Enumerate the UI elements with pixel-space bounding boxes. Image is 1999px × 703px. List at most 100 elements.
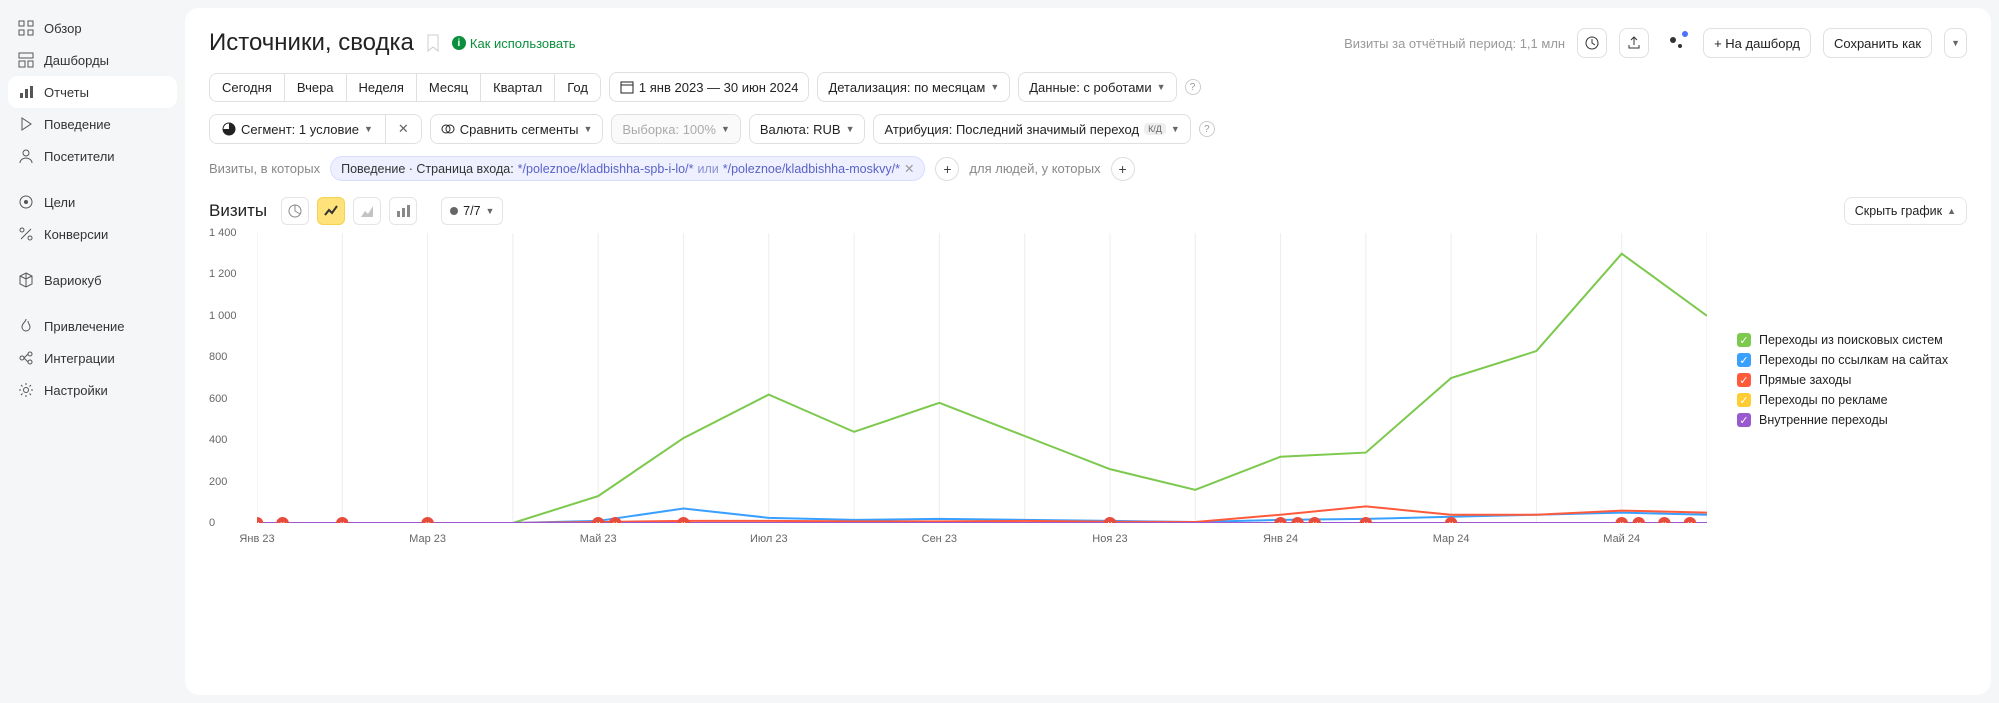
visits-in-label: Визиты, в которых (209, 161, 320, 176)
play-icon (18, 116, 34, 132)
xtick: Май 23 (580, 533, 617, 545)
nav-visitors[interactable]: Посетители (8, 140, 177, 172)
chart-title: Визиты (209, 201, 267, 221)
nav-reports[interactable]: Отчеты (8, 76, 177, 108)
ytick: 800 (209, 351, 227, 363)
detail-button[interactable]: Детализация: по месяцам▼ (817, 72, 1010, 102)
area-view-button[interactable] (353, 197, 381, 225)
legend-item[interactable]: ✓ Переходы по ссылкам на сайтах (1737, 353, 1967, 367)
ytick: 600 (209, 393, 227, 405)
dash-icon (18, 52, 34, 68)
time-year[interactable]: Год (555, 74, 600, 101)
bar-view-button[interactable] (389, 197, 417, 225)
legend-swatch: ✓ (1737, 353, 1751, 367)
ai-button[interactable] (1661, 28, 1691, 58)
legend-label: Прямые заходы (1759, 373, 1851, 387)
nav-label: Поведение (44, 117, 111, 132)
nav-variocube[interactable]: Вариокуб (8, 264, 177, 296)
legend-item[interactable]: ✓Прямые заходы (1737, 373, 1967, 387)
sampling-button[interactable]: Выборка: 100%▼ (611, 114, 741, 144)
chevron-down-icon: ▼ (1951, 38, 1960, 48)
nav-goals[interactable]: Цели (8, 186, 177, 218)
xtick: Мар 24 (1433, 533, 1470, 545)
save-as-dropdown[interactable]: ▼ (1944, 28, 1967, 58)
svg-text:н: н (681, 520, 686, 523)
compare-segments-button[interactable]: Сравнить сегменты▼ (430, 114, 604, 144)
time-quarter[interactable]: Квартал (481, 74, 555, 101)
filter-chip[interactable]: Поведение · Страница входа: */poleznoe/k… (330, 156, 925, 181)
bar-icon (18, 84, 34, 100)
nav-label: Обзор (44, 21, 82, 36)
svg-text:н: н (1364, 520, 1369, 523)
history-button[interactable] (1577, 28, 1607, 58)
ytick: 0 (209, 517, 215, 529)
pie-view-button[interactable] (281, 197, 309, 225)
nav-settings[interactable]: Настройки (8, 374, 177, 406)
clock-icon (1584, 35, 1600, 51)
legend-count-button[interactable]: 7/7▼ (441, 197, 503, 225)
sparkle-icon (1667, 34, 1685, 52)
nav-acquisition[interactable]: Привлечение (8, 310, 177, 342)
info-icon[interactable]: ? (1185, 79, 1201, 95)
flame-icon (18, 318, 34, 334)
currency-button[interactable]: Валюта: RUB▼ (749, 114, 866, 144)
chevron-down-icon: ▼ (721, 124, 730, 134)
percent-icon (18, 226, 34, 242)
target-icon (18, 194, 34, 210)
legend-item[interactable]: ✓ Переходы по рекламе (1737, 393, 1967, 407)
person-icon (18, 148, 34, 164)
nav-label: Цели (44, 195, 75, 210)
time-today[interactable]: Сегодня (210, 74, 285, 101)
chevron-down-icon: ▼ (364, 124, 373, 134)
svg-text:н: н (1662, 520, 1667, 523)
line-view-button[interactable] (317, 197, 345, 225)
legend-label: Переходы по ссылкам на сайтах (1759, 353, 1948, 367)
area-icon (360, 204, 374, 218)
nav-dashboards[interactable]: Дашборды (8, 44, 177, 76)
share-button[interactable] (1619, 28, 1649, 58)
attribution-button[interactable]: Атрибуция: Последний значимый переходК/Д… (873, 114, 1190, 144)
time-month[interactable]: Месяц (417, 74, 481, 101)
chip-remove[interactable]: ✕ (904, 161, 914, 176)
people-in-label: для людей, у которых (969, 161, 1100, 176)
nav-label: Дашборды (44, 53, 109, 68)
date-range-button[interactable]: 1 янв 2023 — 30 июн 2024 (609, 72, 810, 102)
data-mode-button[interactable]: Данные: с роботами▼ (1018, 72, 1176, 102)
nav-conversions[interactable]: Конверсии (8, 218, 177, 250)
svg-text:н: н (257, 520, 259, 523)
nav-obzor[interactable]: Обзор (8, 12, 177, 44)
chevron-down-icon: ▼ (583, 124, 592, 134)
hide-chart-button[interactable]: Скрыть график▲ (1844, 197, 1967, 225)
nav-label: Привлечение (44, 319, 125, 334)
chevron-down-icon: ▼ (1157, 82, 1166, 92)
chart-legend: ✓Переходы из поисковых систем ✓ Переходы п… (1707, 233, 1967, 543)
info-icon[interactable]: ? (1199, 121, 1215, 137)
gear-icon (18, 382, 34, 398)
add-people-filter[interactable]: + (1111, 157, 1135, 181)
legend-label: Переходы по рекламе (1759, 393, 1888, 407)
nav-integrations[interactable]: Интеграции (8, 342, 177, 374)
add-visit-filter[interactable]: + (935, 157, 959, 181)
time-yesterday[interactable]: Вчера (285, 74, 347, 101)
svg-text:н: н (425, 520, 430, 523)
svg-text:н: н (1619, 520, 1624, 523)
howto-link[interactable]: iКак использовать (452, 36, 576, 51)
xtick: Июл 23 (750, 533, 788, 545)
xtick: Ноя 23 (1092, 533, 1127, 545)
svg-text:н: н (280, 520, 285, 523)
ytick: 1 000 (209, 310, 237, 322)
legend-item[interactable]: ✓Переходы из поисковых систем (1737, 333, 1967, 347)
segment-button[interactable]: Сегмент: 1 условие ▼ (210, 115, 386, 143)
xtick: Сен 23 (922, 533, 957, 545)
time-week[interactable]: Неделя (347, 74, 417, 101)
bookmark-icon[interactable] (426, 34, 440, 52)
legend-swatch: ✓ (1737, 393, 1751, 407)
svg-text:н: н (1688, 520, 1693, 523)
save-as-button[interactable]: Сохранить как (1823, 28, 1932, 58)
svg-text:н: н (340, 520, 345, 523)
add-dashboard-button[interactable]: + На дашборд (1703, 28, 1811, 58)
chevron-up-icon: ▲ (1947, 206, 1956, 216)
legend-item[interactable]: ✓Внутренние переходы (1737, 413, 1967, 427)
nav-behavior[interactable]: Поведение (8, 108, 177, 140)
segment-clear[interactable]: ✕ (386, 115, 421, 143)
